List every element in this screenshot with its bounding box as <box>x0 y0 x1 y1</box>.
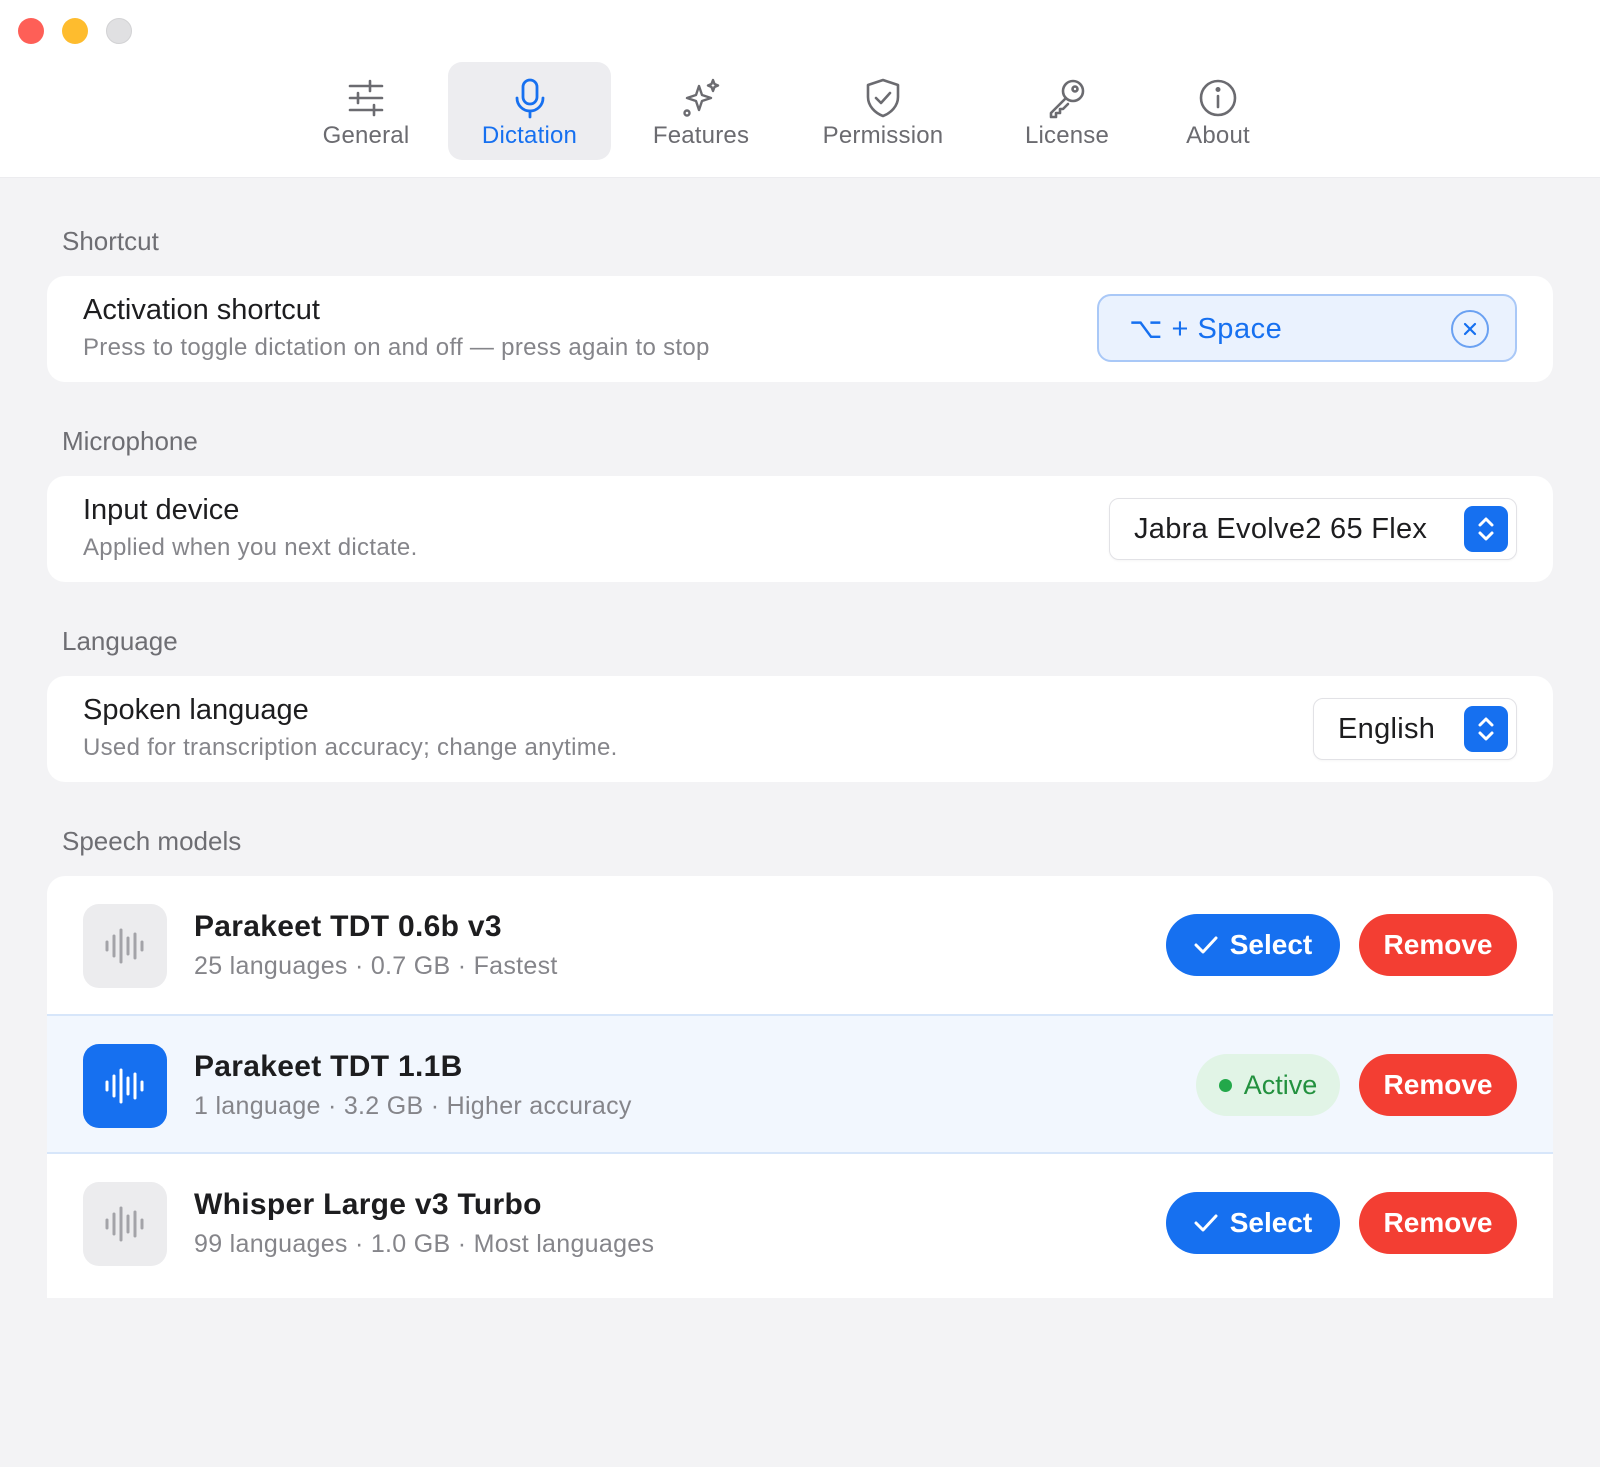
select-model-button[interactable]: Select <box>1166 914 1340 976</box>
select-value: English <box>1338 712 1436 745</box>
model-meta: 25 languages · 0.7 GB · Fastest <box>194 952 558 980</box>
select-model-button[interactable]: Select <box>1166 1192 1340 1254</box>
toolbar: General Dictation Features Permission Li… <box>0 0 1600 178</box>
checkmark-icon <box>1194 1214 1218 1232</box>
shortcut-recorder[interactable]: ⌥ + Space <box>1097 294 1517 362</box>
tab-permission[interactable]: Permission <box>806 62 960 160</box>
row-title: Activation shortcut <box>83 294 320 326</box>
speech-models-list: Parakeet TDT 0.6b v3 25 languages · 0.7 … <box>47 876 1553 1298</box>
model-meta: 99 languages · 1.0 GB · Most languages <box>194 1230 655 1258</box>
shield-check-icon <box>866 78 900 118</box>
button-label: Select <box>1229 929 1313 960</box>
section-title-shortcut: Shortcut <box>62 226 159 256</box>
waveform-icon <box>83 904 167 988</box>
tab-general[interactable]: General <box>300 62 432 160</box>
button-label: Remove <box>1383 1207 1493 1238</box>
remove-model-button[interactable]: Remove <box>1359 914 1517 976</box>
close-icon <box>1463 322 1477 336</box>
sliders-icon <box>348 79 384 117</box>
row-subtitle: Applied when you next dictate. <box>83 534 418 561</box>
section-title-microphone: Microphone <box>62 426 198 456</box>
stepper-icon <box>1464 506 1508 552</box>
window-close-button[interactable] <box>18 18 44 44</box>
status-label: Active <box>1243 1069 1318 1100</box>
language-card: Spoken language Used for transcription a… <box>47 676 1553 782</box>
row-title: Spoken language <box>83 694 309 726</box>
tab-label: Permission <box>822 122 944 149</box>
button-label: Remove <box>1383 1069 1493 1100</box>
tab-label: General <box>322 122 410 149</box>
section-title-speech-models: Speech models <box>62 826 242 856</box>
select-value: Jabra Evolve2 65 Flex <box>1134 512 1428 545</box>
model-meta: 1 language · 3.2 GB · Higher accuracy <box>194 1092 632 1120</box>
tab-dictation[interactable]: Dictation <box>448 62 611 160</box>
waveform-icon <box>83 1044 167 1128</box>
settings-tabs: General Dictation Features Permission Li… <box>0 62 1600 162</box>
microphone-icon <box>515 78 544 119</box>
window-minimize-button[interactable] <box>62 18 88 44</box>
model-name: Parakeet TDT 0.6b v3 <box>194 910 502 943</box>
model-row-active: Parakeet TDT 1.1B 1 language · 3.2 GB · … <box>47 1014 1553 1154</box>
sparkles-icon <box>683 78 720 117</box>
key-icon <box>1049 79 1085 119</box>
remove-model-button[interactable]: Remove <box>1359 1192 1517 1254</box>
info-icon <box>1199 79 1237 117</box>
model-row: Parakeet TDT 0.6b v3 25 languages · 0.7 … <box>47 876 1553 1016</box>
active-status-badge: Active <box>1196 1054 1340 1116</box>
tab-license[interactable]: License <box>1008 62 1126 160</box>
spoken-language-select[interactable]: English <box>1313 698 1517 760</box>
input-device-select[interactable]: Jabra Evolve2 65 Flex <box>1109 498 1517 560</box>
remove-model-button[interactable]: Remove <box>1359 1054 1517 1116</box>
row-title: Input device <box>83 494 240 526</box>
model-name: Parakeet TDT 1.1B <box>194 1050 463 1083</box>
shortcut-value: ⌥ + Space <box>1129 312 1283 345</box>
window-controls <box>18 18 132 44</box>
button-label: Select <box>1229 1207 1313 1238</box>
row-subtitle: Press to toggle dictation on and off — p… <box>83 334 710 361</box>
microphone-card: Input device Applied when you next dicta… <box>47 476 1553 582</box>
tab-label: License <box>1024 122 1110 149</box>
tab-label: About <box>1186 122 1250 149</box>
tab-label: Dictation <box>481 122 578 149</box>
row-subtitle: Used for transcription accuracy; change … <box>83 734 618 761</box>
model-name: Whisper Large v3 Turbo <box>194 1188 542 1221</box>
section-title-language: Language <box>62 626 178 656</box>
model-row: Whisper Large v3 Turbo 99 languages · 1.… <box>47 1154 1553 1294</box>
stepper-icon <box>1464 706 1508 752</box>
window-zoom-button[interactable] <box>106 18 132 44</box>
button-label: Remove <box>1383 929 1493 960</box>
shortcut-card: Activation shortcut Press to toggle dict… <box>47 276 1553 382</box>
clear-shortcut-button[interactable] <box>1451 310 1489 348</box>
tab-features[interactable]: Features <box>638 62 764 160</box>
status-dot-icon <box>1218 1078 1232 1092</box>
checkmark-icon <box>1194 936 1218 954</box>
tab-about[interactable]: About <box>1170 62 1266 160</box>
waveform-icon <box>83 1182 167 1266</box>
tab-label: Features <box>652 122 750 149</box>
